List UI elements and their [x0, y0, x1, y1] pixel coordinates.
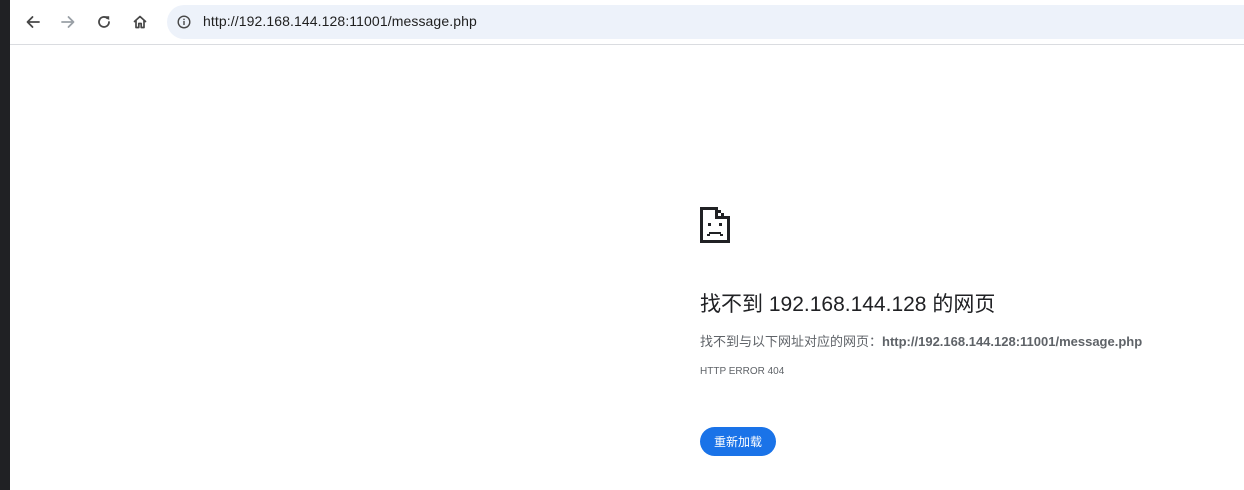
- error-description: 找不到与以下网址对应的网页：http://192.168.144.128:110…: [700, 331, 1142, 350]
- sad-page-icon: [700, 207, 730, 243]
- forward-button[interactable]: [52, 6, 84, 38]
- error-description-url: http://192.168.144.128:11001/message.php: [882, 334, 1143, 349]
- browser-window: http://192.168.144.128:11001/message.php…: [10, 0, 1244, 490]
- error-page: 找不到 192.168.144.128 的网页 找不到与以下网址对应的网页：ht…: [10, 45, 1244, 490]
- home-icon: [133, 15, 147, 29]
- reload-icon: [98, 16, 110, 28]
- reload-button[interactable]: [88, 6, 120, 38]
- reload-page-button[interactable]: 重新加载: [700, 427, 776, 456]
- back-arrow-icon: [26, 16, 40, 28]
- error-title: 找不到 192.168.144.128 的网页: [700, 293, 996, 316]
- info-icon: [177, 15, 191, 29]
- home-button[interactable]: [124, 6, 156, 38]
- url-text[interactable]: http://192.168.144.128:11001/message.php: [203, 13, 477, 29]
- error-description-prefix: 找不到与以下网址对应的网页：: [700, 334, 883, 349]
- site-info-button[interactable]: [171, 9, 197, 35]
- browser-toolbar: http://192.168.144.128:11001/message.php: [10, 0, 1244, 45]
- error-code: HTTP ERROR 404: [700, 366, 785, 377]
- address-bar[interactable]: http://192.168.144.128:11001/message.php: [167, 5, 1244, 39]
- forward-arrow-icon: [61, 16, 75, 28]
- back-button[interactable]: [17, 6, 49, 38]
